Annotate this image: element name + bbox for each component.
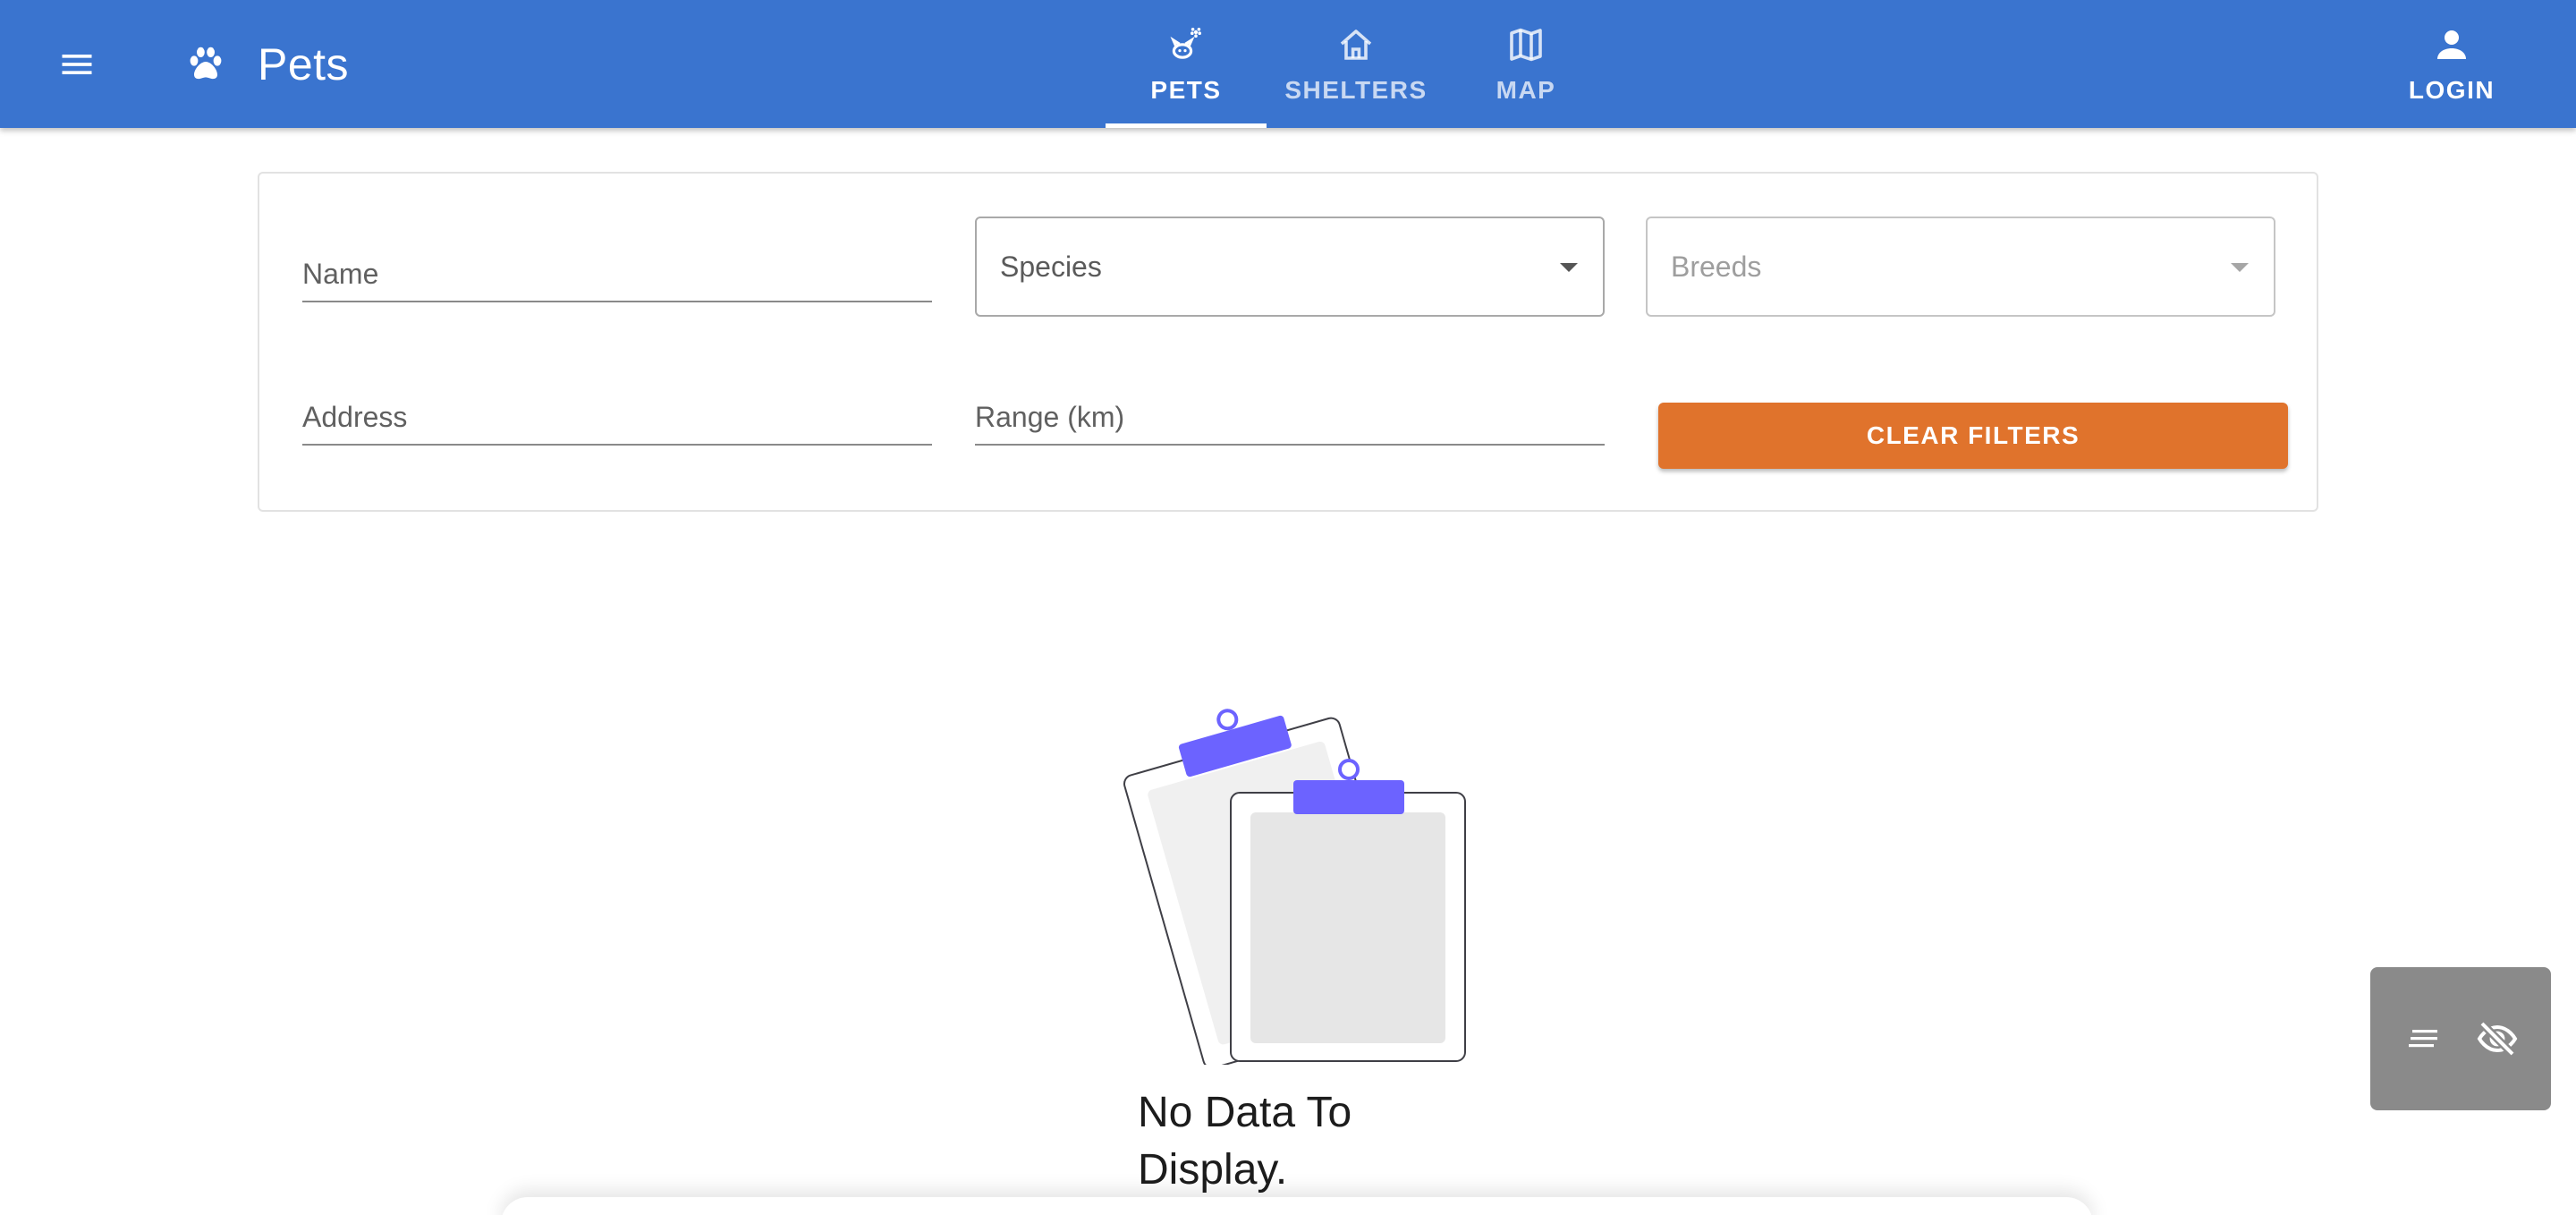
hide-button[interactable] bbox=[2469, 1010, 2526, 1067]
species-select-label: Species bbox=[1000, 251, 1102, 283]
name-field[interactable]: Name bbox=[302, 217, 932, 302]
tab-pets-label: PETS bbox=[1150, 76, 1222, 104]
menu-button[interactable] bbox=[50, 38, 104, 91]
tab-shelters[interactable]: SHELTERS bbox=[1267, 0, 1445, 128]
tab-map[interactable]: MAP bbox=[1445, 0, 1606, 128]
map-icon bbox=[1510, 28, 1542, 62]
floating-toolbar bbox=[2370, 967, 2551, 1110]
pets-icon bbox=[1170, 28, 1201, 59]
name-field-label: Name bbox=[302, 258, 379, 290]
paw-icon bbox=[190, 47, 222, 80]
range-field[interactable]: Range (km) bbox=[975, 360, 1605, 446]
visibility-off-icon bbox=[2477, 1020, 2517, 1058]
bottom-sheet-edge bbox=[501, 1197, 2093, 1215]
notes-button[interactable] bbox=[2396, 1010, 2453, 1067]
login-label: LOGIN bbox=[2408, 76, 2496, 104]
tab-shelters-label: SHELTERS bbox=[1284, 76, 1428, 104]
clear-filters-button[interactable]: CLEAR FILTERS bbox=[1658, 403, 2288, 469]
empty-clipboard-illustration bbox=[1123, 709, 1466, 1065]
empty-state-message: No Data To Display. bbox=[1138, 1089, 1352, 1194]
tab-map-label: MAP bbox=[1496, 76, 1556, 104]
home-icon bbox=[1340, 30, 1372, 60]
app-bar: Pets PETS SHELTERS MAP LOGIN bbox=[0, 0, 2576, 128]
address-field-label: Address bbox=[302, 401, 408, 433]
page: Pets PETS SHELTERS MAP LOGIN Name Specie… bbox=[0, 0, 2576, 1215]
chevron-down-icon bbox=[2231, 263, 2249, 272]
address-field[interactable]: Address bbox=[302, 360, 932, 446]
main-tabs: PETS SHELTERS MAP bbox=[1106, 0, 1606, 128]
breeds-select-label: Breeds bbox=[1671, 251, 1762, 283]
filter-panel: Name Species Breeds Address Range (km) C… bbox=[258, 172, 2318, 512]
breeds-select[interactable]: Breeds bbox=[1646, 217, 2275, 317]
species-select[interactable]: Species bbox=[975, 217, 1605, 317]
login-button[interactable]: LOGIN bbox=[2394, 0, 2510, 128]
chevron-down-icon bbox=[1560, 263, 1578, 272]
app-title: Pets bbox=[258, 39, 350, 89]
tab-pets[interactable]: PETS bbox=[1106, 0, 1267, 128]
person-icon bbox=[2437, 30, 2466, 59]
notes-icon bbox=[2408, 1030, 2437, 1048]
menu-icon bbox=[62, 55, 92, 74]
range-field-label: Range (km) bbox=[975, 401, 1125, 433]
